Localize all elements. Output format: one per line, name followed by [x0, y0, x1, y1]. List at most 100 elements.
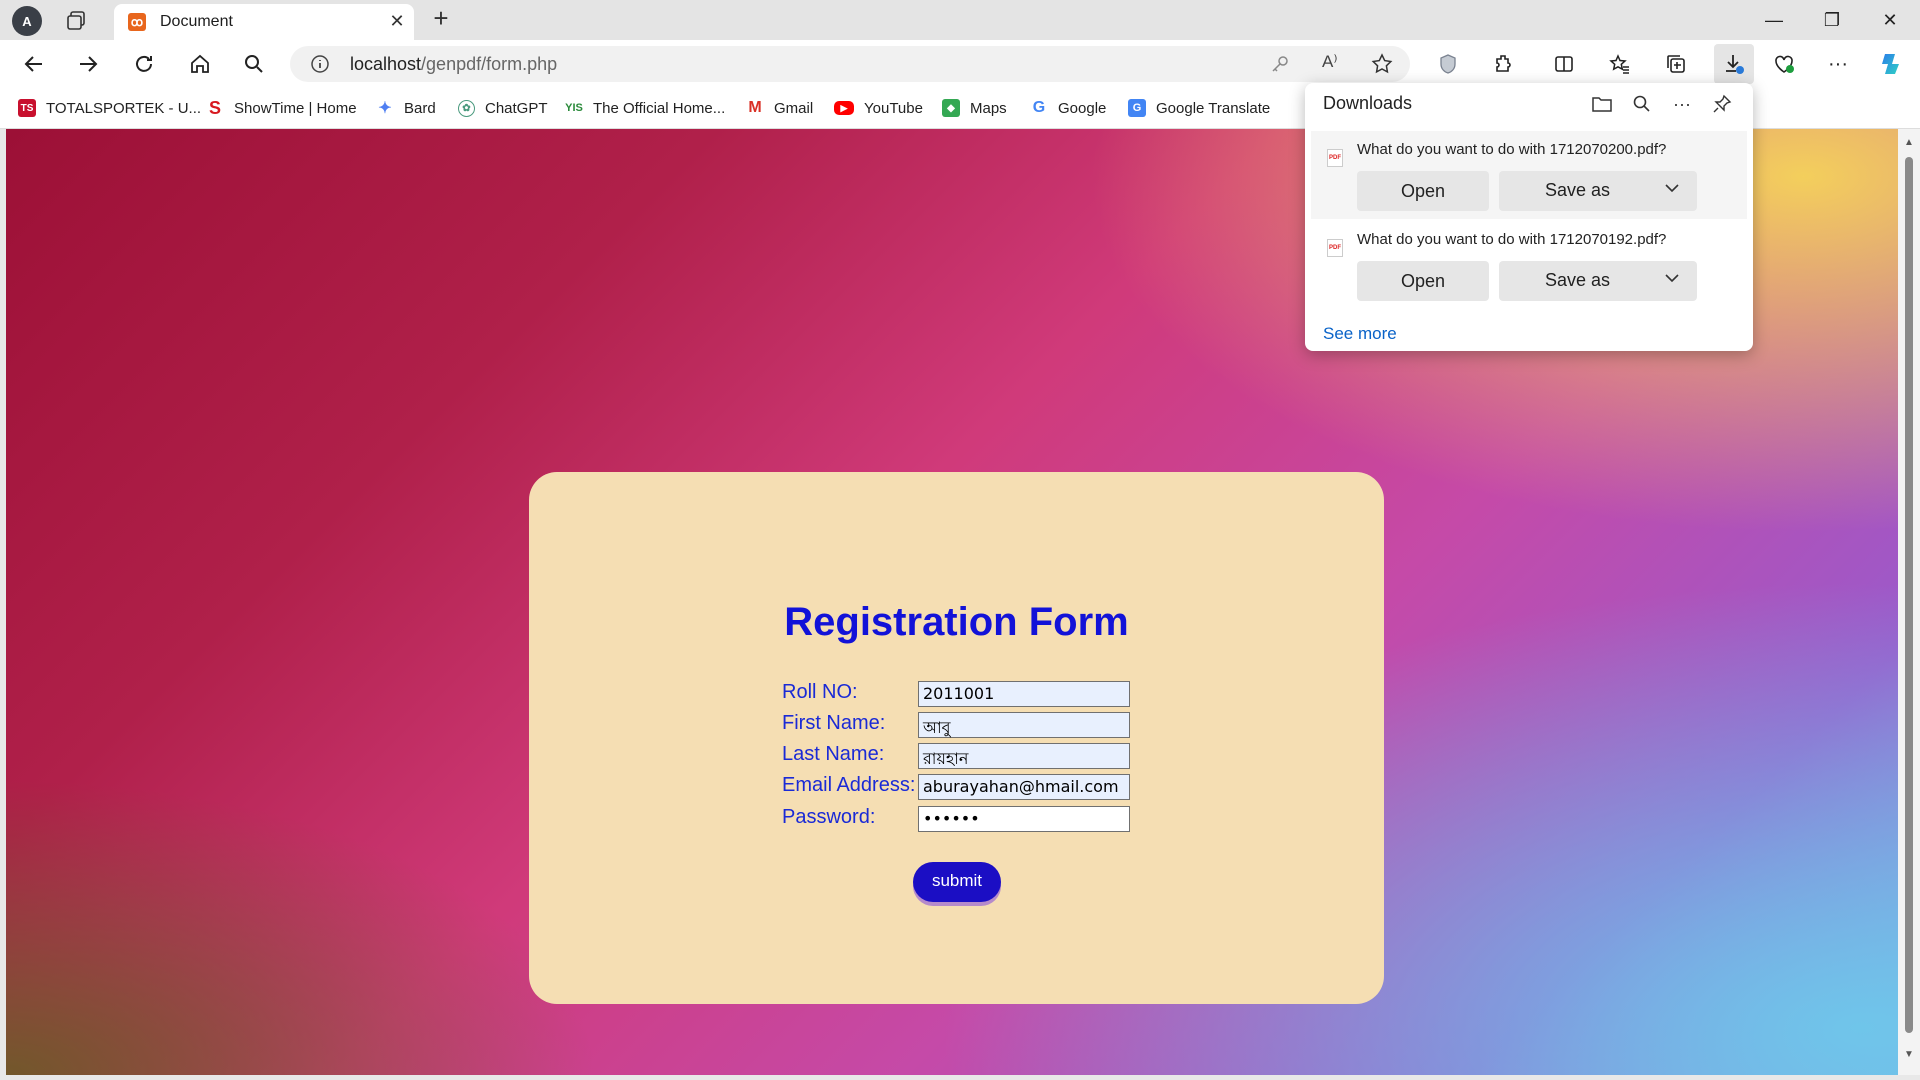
site-info-icon[interactable] — [310, 54, 330, 74]
chatgpt-icon: ✿ — [458, 99, 475, 117]
google-icon: G — [1032, 99, 1046, 116]
download-question: What do you want to do with 1712070200.p… — [1357, 141, 1667, 158]
read-aloud-icon[interactable]: A⁾ — [1322, 52, 1346, 76]
bookmark-label: TOTALSPORTEK - U... — [46, 99, 202, 117]
close-window-icon[interactable]: ✕ — [1870, 6, 1910, 34]
refresh-icon[interactable] — [128, 48, 160, 80]
roll-no-input[interactable]: 2011001 — [918, 681, 1130, 707]
youtube-icon: ▶ — [834, 101, 854, 115]
workspaces-icon[interactable] — [64, 8, 90, 34]
extensions-icon[interactable] — [1488, 48, 1520, 80]
collections-icon[interactable] — [1660, 48, 1692, 80]
forward-icon[interactable] — [72, 48, 104, 80]
email-input[interactable]: aburayahan@hmail.com — [918, 774, 1130, 800]
downloads-title: Downloads — [1323, 93, 1413, 113]
save-as-button[interactable]: Save as — [1499, 171, 1697, 211]
browser-toolbar: localhost/genpdf/form.php A⁾ ··· — [0, 40, 1920, 88]
search-downloads-icon[interactable] — [1629, 91, 1655, 117]
restore-icon[interactable]: ❐ — [1812, 6, 1852, 34]
bookmark-label: The Official Home... — [593, 99, 726, 117]
bookmark-maps[interactable]: ◆ Maps — [942, 96, 1007, 120]
bookmark-showtime[interactable]: S ShowTime | Home — [206, 96, 357, 120]
official-home-icon: YIS — [565, 102, 583, 114]
downloads-more-icon[interactable]: ··· — [1669, 91, 1695, 117]
form-title: Registration Form — [784, 600, 1129, 644]
bookmark-label: Maps — [970, 99, 1007, 117]
bookmark-chatgpt[interactable]: ✿ ChatGPT — [458, 96, 548, 120]
open-button[interactable]: Open — [1357, 261, 1489, 301]
search-icon[interactable] — [238, 48, 270, 80]
gmail-icon: M — [748, 99, 762, 116]
download-question: What do you want to do with 1712070192.p… — [1357, 231, 1667, 248]
roll-no-label: Roll NO: — [782, 681, 858, 703]
page-scrollbar[interactable]: ▲ ▼ — [1898, 129, 1920, 1075]
open-button[interactable]: Open — [1357, 171, 1489, 211]
scrollbar-thumb[interactable] — [1905, 157, 1913, 1033]
favorite-star-icon[interactable] — [1370, 52, 1394, 76]
bookmark-youtube[interactable]: ▶ YouTube — [834, 96, 923, 120]
bookmark-bard[interactable]: ✦ Bard — [376, 96, 436, 120]
registration-card: Registration Form Roll NO: 2011001 First… — [529, 472, 1384, 1004]
shield-icon[interactable] — [1432, 48, 1464, 80]
last-name-input[interactable]: রায়হান — [918, 743, 1130, 769]
profile-avatar[interactable]: A — [12, 6, 42, 36]
chevron-down-icon[interactable] — [1663, 269, 1681, 292]
downloads-icon[interactable] — [1714, 44, 1754, 84]
download-item: PDF What do you want to do with 17120702… — [1311, 131, 1747, 219]
tab-title: Document — [160, 13, 233, 30]
first-name-input[interactable]: আবু — [918, 712, 1130, 738]
scroll-up-icon[interactable]: ▲ — [1903, 137, 1915, 149]
split-screen-icon[interactable] — [1548, 48, 1580, 80]
password-label: Password: — [782, 806, 876, 828]
password-input[interactable]: •••••• — [918, 806, 1130, 832]
email-label: Email Address: — [782, 774, 916, 796]
save-as-label: Save as — [1545, 270, 1611, 290]
see-more-link[interactable]: See more — [1323, 324, 1397, 344]
bookmark-gmail[interactable]: M Gmail — [746, 96, 813, 120]
google-translate-icon: G — [1128, 99, 1146, 117]
bookmark-label: Google — [1058, 99, 1107, 117]
first-name-label: First Name: — [782, 712, 886, 734]
open-folder-icon[interactable] — [1589, 91, 1615, 117]
bookmark-google-translate[interactable]: G Google Translate — [1128, 96, 1270, 120]
bookmark-label: YouTube — [864, 99, 923, 117]
bard-sparkle-icon: ✦ — [378, 100, 392, 117]
copilot-icon[interactable] — [1876, 48, 1908, 80]
bookmark-official-home[interactable]: YIS The Official Home... — [565, 96, 725, 120]
minimize-icon[interactable]: — — [1754, 6, 1794, 34]
maps-icon: ◆ — [942, 99, 960, 117]
chevron-down-icon[interactable] — [1663, 179, 1681, 202]
bookmark-label: ShowTime | Home — [234, 99, 357, 117]
ts-logo-icon: TS — [18, 99, 36, 117]
pin-icon[interactable] — [1709, 91, 1735, 117]
bookmark-label: Bard — [404, 99, 436, 117]
submit-button[interactable]: submit — [913, 862, 1001, 902]
download-item: PDF What do you want to do with 17120701… — [1311, 221, 1747, 309]
performance-heart-icon[interactable] — [1768, 48, 1800, 80]
tab-strip: A ꝏ Document ✕ + — ❐ ✕ — [0, 0, 1920, 40]
bookmark-label: ChatGPT — [485, 99, 548, 117]
last-name-label: Last Name: — [782, 743, 885, 765]
bookmark-google[interactable]: G Google — [1030, 96, 1107, 120]
home-icon[interactable] — [184, 48, 216, 80]
pdf-file-icon: PDF — [1327, 239, 1343, 257]
showtime-icon: S — [208, 97, 221, 118]
bookmark-label: Google Translate — [1156, 99, 1271, 117]
save-as-button[interactable]: Save as — [1499, 261, 1697, 301]
favorites-icon[interactable] — [1604, 48, 1636, 80]
more-menu-icon[interactable]: ··· — [1822, 48, 1854, 80]
new-tab-icon[interactable]: + — [428, 5, 454, 32]
back-icon[interactable] — [18, 48, 50, 80]
url-text[interactable]: localhost/genpdf/form.php — [350, 54, 557, 75]
scroll-down-icon[interactable]: ▼ — [1903, 1049, 1915, 1061]
active-tab[interactable]: ꝏ Document ✕ — [114, 4, 414, 40]
password-key-icon[interactable] — [1270, 54, 1290, 74]
pdf-file-icon: PDF — [1327, 149, 1343, 167]
url-path: /genpdf/form.php — [421, 54, 558, 74]
close-tab-icon[interactable]: ✕ — [386, 10, 408, 32]
xampp-favicon-icon: ꝏ — [128, 13, 146, 31]
address-bar[interactable]: localhost/genpdf/form.php A⁾ — [290, 46, 1410, 82]
url-host: localhost — [350, 54, 422, 74]
downloads-panel: Downloads ··· PDF What do you want to do… — [1305, 83, 1753, 351]
bookmark-totalsportek[interactable]: TS TOTALSPORTEK - U... — [18, 96, 201, 120]
